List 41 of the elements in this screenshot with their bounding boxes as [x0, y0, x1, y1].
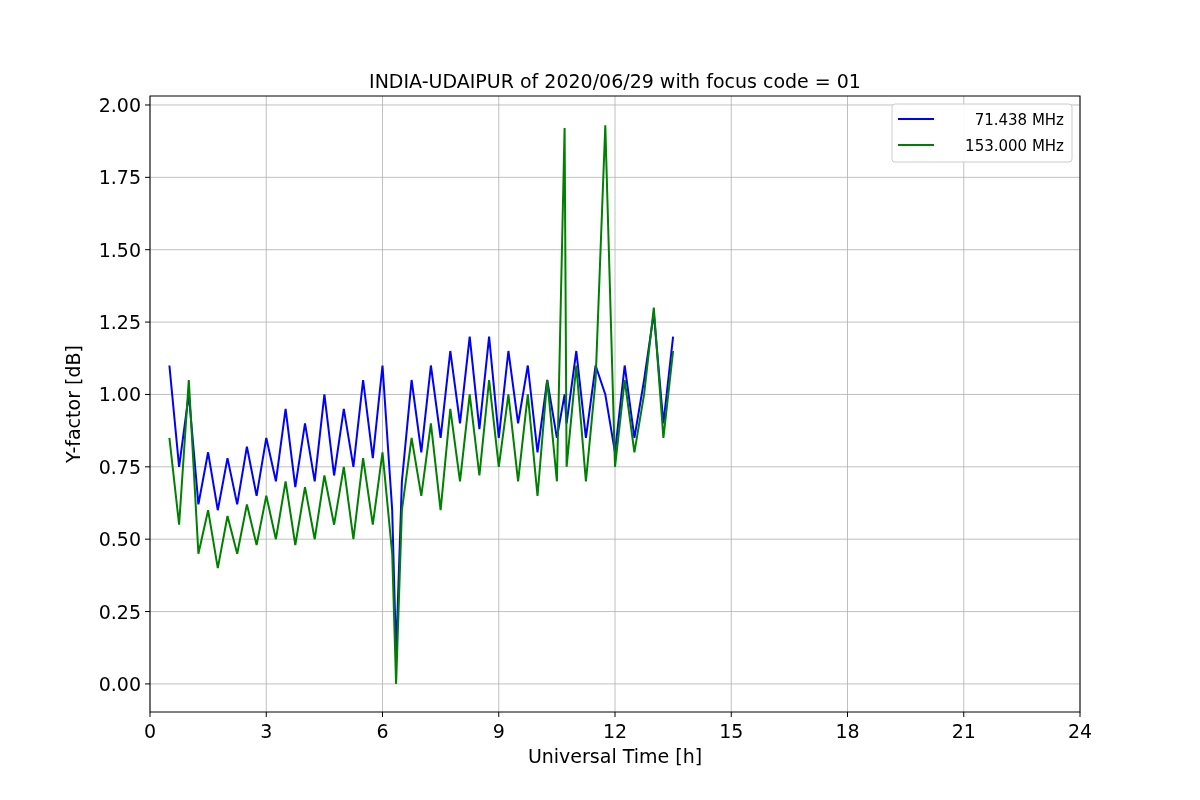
tick-mark [730, 711, 732, 718]
chart-title: INDIA-UDAIPUR of 2020/06/29 with focus code = 01 [369, 70, 861, 92]
tick-mark [144, 249, 151, 251]
tick-label: 3 [260, 720, 273, 742]
tick-label: 1.00 [98, 383, 141, 406]
tick-label: 6 [376, 720, 389, 742]
tick-label: 0.25 [98, 600, 141, 623]
tick-mark [149, 711, 151, 718]
tick-label: 1.25 [98, 311, 141, 334]
tick-mark [144, 538, 151, 540]
tick-mark [382, 711, 383, 718]
tick-label: 1.75 [98, 166, 141, 189]
tick-mark [144, 683, 151, 685]
tick-label: 0.75 [98, 455, 141, 478]
tick-mark [144, 321, 151, 323]
tick-label: 18 [835, 720, 860, 742]
tick-mark [144, 466, 151, 468]
tick-mark [265, 711, 267, 718]
tick-mark [847, 711, 848, 718]
legend-label: 71.438 MHz [974, 111, 1064, 129]
tick-mark [144, 176, 151, 178]
tick-label: 15 [719, 720, 744, 742]
axis-label: Universal Time [h] [527, 745, 703, 767]
tick-label: 0.50 [98, 528, 141, 551]
tick-label: 21 [951, 720, 976, 742]
tick-mark [963, 711, 965, 718]
tick-mark [144, 393, 151, 395]
legend-label: 153.000 MHz [965, 137, 1064, 155]
tick-label: 24 [1067, 720, 1093, 742]
tick-mark [144, 611, 151, 613]
axis-label: Y-factor [dB] [62, 345, 84, 463]
tick-mark [614, 711, 616, 718]
tick-label: 12 [602, 720, 628, 742]
tick-label: 9 [492, 720, 505, 742]
tick-label: 0.00 [98, 672, 141, 695]
tick-mark [144, 104, 151, 106]
tick-label: 0 [143, 720, 157, 742]
tick-mark [1079, 711, 1081, 718]
tick-mark [498, 711, 500, 718]
tick-label: 1.50 [98, 238, 141, 261]
tick-label: 2.00 [98, 93, 141, 116]
